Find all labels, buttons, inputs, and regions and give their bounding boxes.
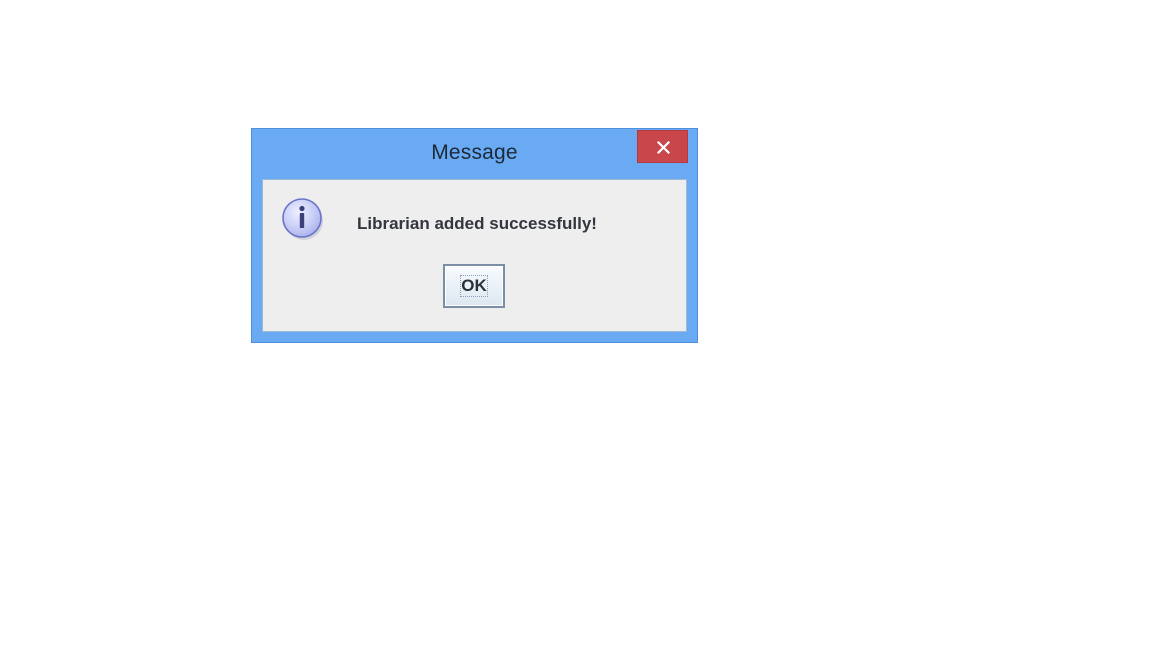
focus-ring	[460, 275, 488, 297]
close-icon	[657, 141, 670, 154]
ok-button[interactable]: OK	[443, 264, 505, 308]
close-button[interactable]	[637, 130, 688, 163]
message-dialog: Message Librarian added successfully! OK	[251, 128, 698, 343]
message-text: Librarian added successfully!	[357, 214, 597, 233]
dialog-content: Librarian added successfully! OK	[262, 179, 687, 332]
dialog-titlebar[interactable]: Message	[252, 129, 697, 179]
desktop-background: Message Librarian added successfully! OK	[0, 0, 1152, 648]
info-icon	[282, 198, 323, 240]
dialog-title: Message	[431, 141, 518, 164]
